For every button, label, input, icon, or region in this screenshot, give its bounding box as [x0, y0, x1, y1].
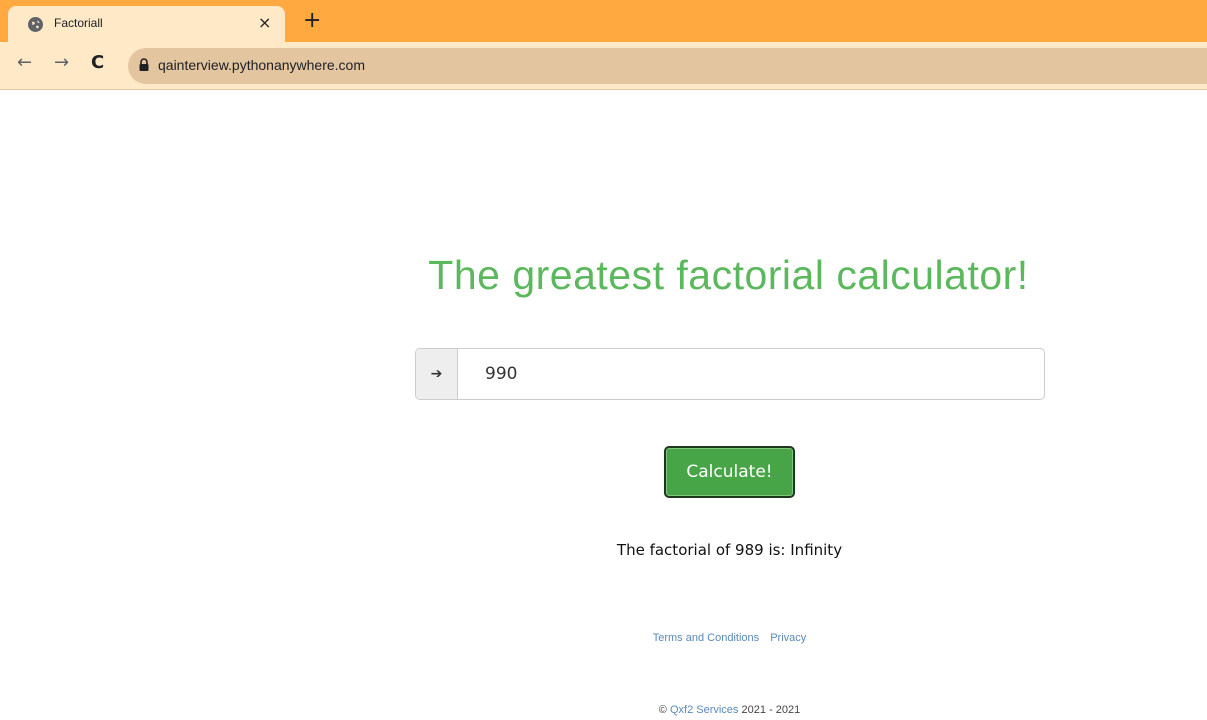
address-bar[interactable]: qainterview.pythonanywhere.com	[128, 48, 1207, 84]
tab-title: Factoriall	[54, 16, 103, 30]
tab-strip: Factoriall × +	[0, 0, 1207, 42]
back-arrow-icon[interactable]: ←	[17, 53, 32, 73]
result-text: The factorial of 989 is: Infinity	[616, 541, 843, 559]
browser-tab[interactable]: Factoriall ×	[8, 6, 285, 42]
terms-link[interactable]: Terms and Conditions	[653, 632, 759, 644]
reload-icon[interactable]: C	[91, 53, 104, 73]
number-input-group: ➔	[415, 348, 1045, 400]
footer-links: Terms and Conditions Privacy	[0, 632, 1207, 644]
globe-icon	[28, 17, 43, 32]
number-input[interactable]	[459, 349, 1044, 399]
company-link[interactable]: Qxf2 Services	[670, 704, 738, 716]
copyright-symbol: ©	[658, 704, 667, 716]
calculate-button[interactable]: Calculate!	[664, 446, 795, 498]
copyright: © Qxf2 Services 2021 - 2021	[0, 704, 1207, 716]
new-tab-button[interactable]: +	[303, 10, 321, 32]
forward-arrow-icon[interactable]: →	[54, 53, 69, 73]
close-icon[interactable]: ×	[258, 14, 271, 32]
url-text[interactable]: qainterview.pythonanywhere.com	[158, 57, 365, 73]
browser-toolbar: ← → C qainterview.pythonanywhere.com	[0, 42, 1207, 90]
page-title: The greatest factorial calculator!	[428, 252, 1029, 298]
copyright-years: 2021 - 2021	[741, 704, 801, 716]
arrow-right-icon: ➔	[416, 349, 458, 399]
privacy-link[interactable]: Privacy	[770, 632, 806, 644]
lock-icon[interactable]	[138, 57, 150, 71]
